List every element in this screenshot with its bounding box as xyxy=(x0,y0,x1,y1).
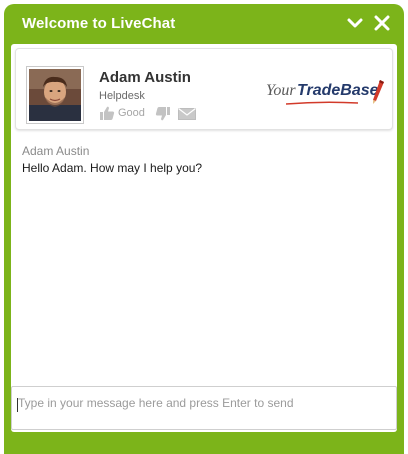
livechat-window: Welcome to LiveChat Adam Austin Helpdesk… xyxy=(4,4,404,454)
agent-photo xyxy=(29,69,81,121)
text-caret xyxy=(17,398,18,412)
brand-logo: Your TradeBase xyxy=(266,79,391,109)
thumbs-down-icon xyxy=(155,107,170,121)
agent-card: Adam Austin Helpdesk Good Your TradeBase xyxy=(15,48,393,130)
mail-icon xyxy=(178,108,196,120)
chevron-down-icon xyxy=(347,18,363,28)
message-input[interactable] xyxy=(12,387,396,429)
window-title: Welcome to LiveChat xyxy=(22,15,176,32)
brand-name: TradeBase xyxy=(297,82,379,99)
minimize-button[interactable] xyxy=(346,14,364,32)
chat-panel: Adam Austin Helpdesk Good Your TradeBase… xyxy=(11,44,397,432)
thumbs-up-icon xyxy=(100,106,115,120)
title-bar: Welcome to LiveChat xyxy=(4,4,404,42)
message-text: Hello Adam. How may I help you? xyxy=(22,161,203,175)
message-list: Adam Austin Hello Adam. How may I help y… xyxy=(11,134,397,384)
pencil-icon xyxy=(373,80,384,104)
rate-good-label: Good xyxy=(118,107,145,119)
agent-department: Helpdesk xyxy=(99,90,145,102)
close-button[interactable] xyxy=(373,14,391,32)
email-transcript-button[interactable] xyxy=(178,107,196,120)
rating-row: Good xyxy=(99,105,219,121)
message-composer xyxy=(11,386,397,430)
close-icon xyxy=(374,15,390,31)
message-sender: Adam Austin xyxy=(22,144,90,158)
agent-name: Adam Austin xyxy=(99,69,191,86)
rate-bad-button[interactable] xyxy=(155,106,171,122)
avatar xyxy=(26,66,84,124)
brand-prefix: Your xyxy=(266,82,296,99)
brand-swoosh xyxy=(286,101,358,105)
